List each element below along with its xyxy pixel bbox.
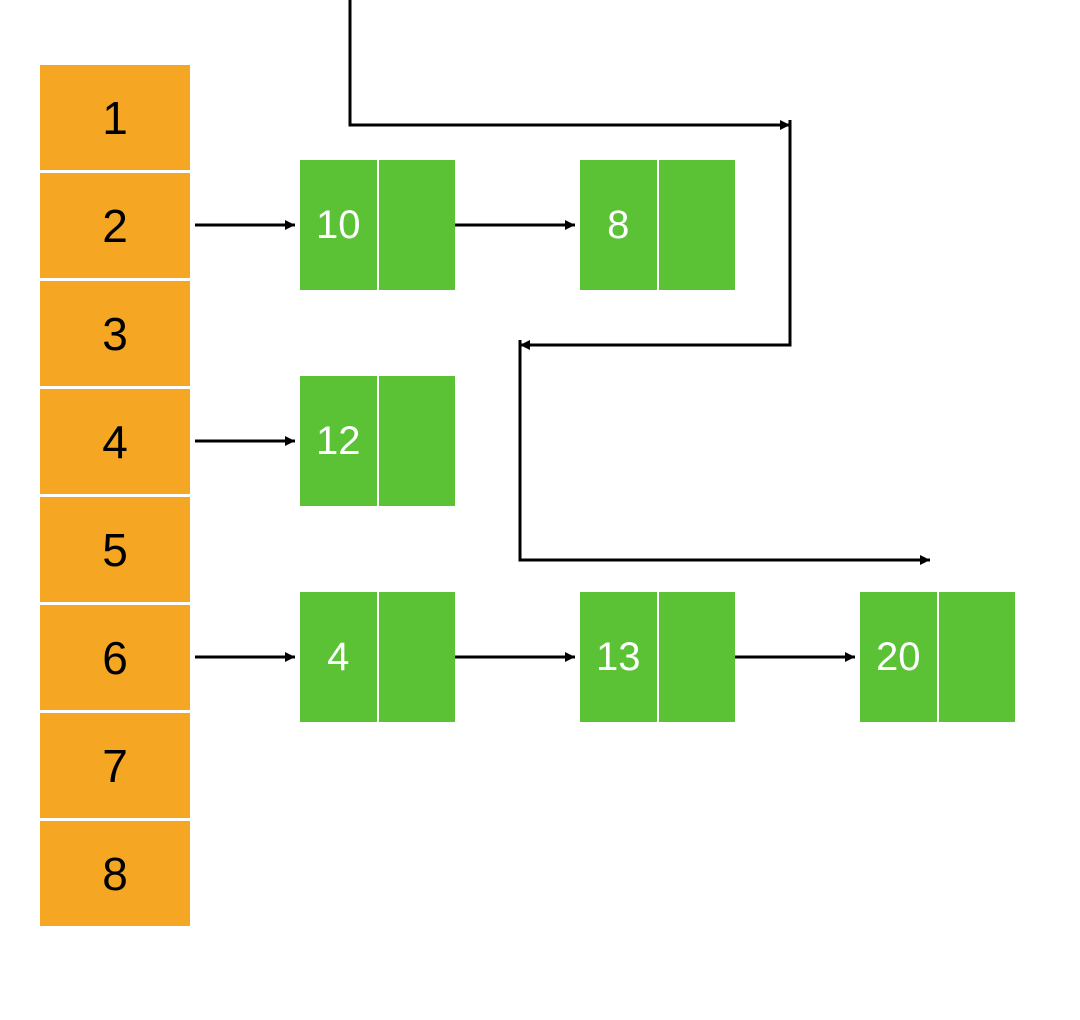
node-pointer (659, 592, 736, 722)
node-value: 12 (300, 376, 379, 506)
list-node: 10 (300, 160, 455, 290)
bucket-label: 7 (102, 739, 128, 793)
node-value: 8 (580, 160, 659, 290)
list-node: 4 (300, 592, 455, 722)
bucket-label: 5 (102, 523, 128, 577)
bucket-label: 3 (102, 307, 128, 361)
bucket-5: 5 (40, 497, 190, 602)
node-pointer (379, 376, 456, 506)
node-pointer (379, 592, 456, 722)
bucket-label: 8 (102, 847, 128, 901)
bucket-8: 8 (40, 821, 190, 926)
bucket-3: 3 (40, 281, 190, 386)
node-value: 4 (300, 592, 379, 722)
bucket-label: 4 (102, 415, 128, 469)
node-value: 10 (300, 160, 379, 290)
list-node: 20 (860, 592, 1015, 722)
bucket-6: 6 (40, 605, 190, 710)
bucket-2: 2 (40, 173, 190, 278)
node-pointer (379, 160, 456, 290)
arrow-icon (520, 340, 930, 560)
bucket-4: 4 (40, 389, 190, 494)
bucket-7: 7 (40, 713, 190, 818)
node-value: 13 (580, 592, 659, 722)
list-node: 8 (580, 160, 735, 290)
bucket-label: 1 (102, 91, 128, 145)
list-node: 12 (300, 376, 455, 506)
arrow-icon (350, 0, 790, 125)
list-node: 13 (580, 592, 735, 722)
bucket-1: 1 (40, 65, 190, 170)
bucket-label: 6 (102, 631, 128, 685)
bucket-label: 2 (102, 199, 128, 253)
node-pointer (659, 160, 736, 290)
node-pointer (939, 592, 1016, 722)
node-value: 20 (860, 592, 939, 722)
